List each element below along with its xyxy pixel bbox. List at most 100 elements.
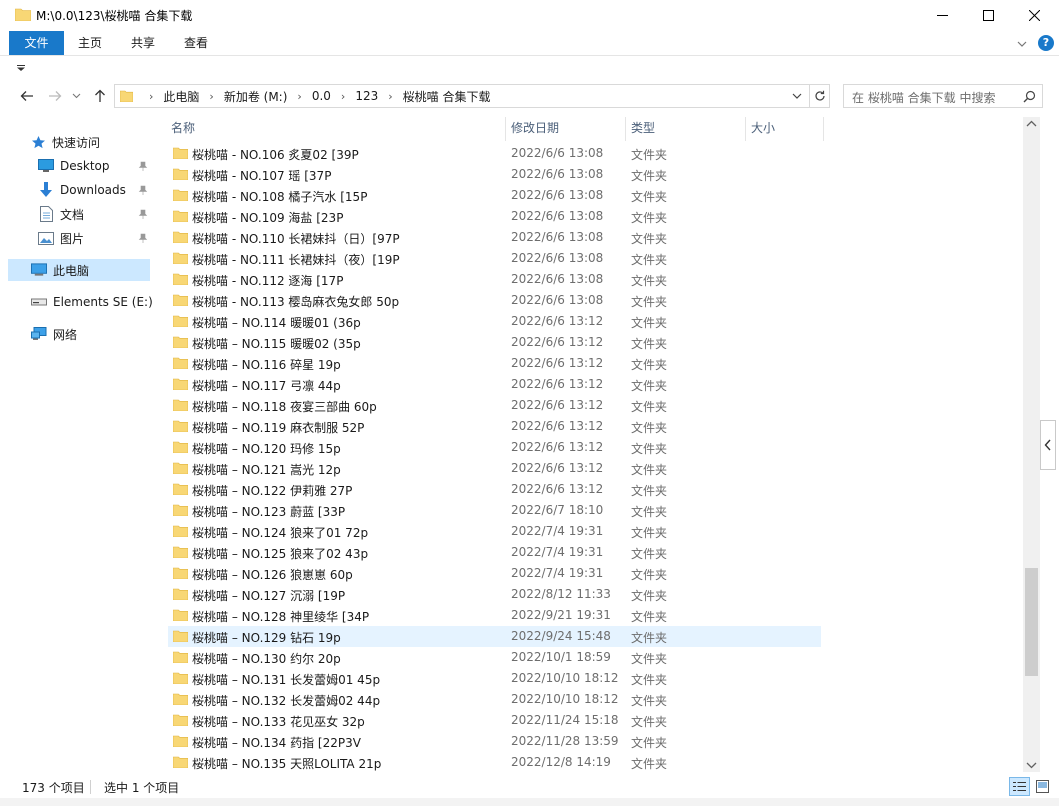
column-header-size[interactable]: 大小 xyxy=(751,117,775,139)
scroll-up-icon[interactable] xyxy=(1026,120,1037,128)
table-row[interactable]: 桜桃喵 – NO.115 暖暖02 (35p 2022/6/6 13:12 文件夹 xyxy=(168,332,821,353)
table-row[interactable]: 桜桃喵 - NO.110 长裙妹抖（日）[97P 2022/6/6 13:08 文件… xyxy=(168,227,821,248)
column-divider[interactable] xyxy=(625,117,626,141)
minimize-button[interactable] xyxy=(919,0,965,31)
up-button[interactable] xyxy=(92,88,108,104)
chevron-right-icon[interactable]: › xyxy=(297,90,301,103)
breadcrumb-drive[interactable]: 新加卷 (M:) xyxy=(224,88,288,105)
folder-icon xyxy=(173,210,188,222)
nav-item-drive[interactable]: Elements SE (E:) xyxy=(31,291,153,313)
column-header-date[interactable]: 修改日期 xyxy=(511,117,559,139)
navigation-pane: 快速访问 Desktop Downloads 文档 图片 此电脑 Element… xyxy=(0,117,155,772)
table-row[interactable]: 桜桃喵 – NO.129 钻石 19p 2022/9/24 15:48 文件夹 xyxy=(168,626,821,647)
table-row[interactable]: 桜桃喵 – NO.124 狼来了01 72p 2022/7/4 19:31 文件夹 xyxy=(168,521,821,542)
table-row[interactable]: 桜桃喵 – NO.130 约尔 20p 2022/10/1 18:59 文件夹 xyxy=(168,647,821,668)
nav-item-this-pc[interactable]: 此电脑 xyxy=(8,259,150,281)
table-row[interactable]: 桜桃喵 – NO.119 麻衣制服 52P 2022/6/6 13:12 文件夹 xyxy=(168,416,821,437)
file-type: 文件夹 xyxy=(631,694,668,708)
pin-icon[interactable] xyxy=(138,233,148,243)
address-bar[interactable]: › 此电脑 › 新加卷 (M:) › 0.0 › 123 › 桜桃喵 合集下载 xyxy=(114,84,810,108)
column-divider[interactable] xyxy=(505,117,506,141)
folder-icon xyxy=(173,588,188,600)
file-date: 2022/6/6 13:12 xyxy=(511,314,604,328)
breadcrumb-folder-123[interactable]: 123 xyxy=(355,89,378,103)
table-row[interactable]: 桜桃喵 – NO.132 长发蕾姆02 44p 2022/10/10 18:12 文… xyxy=(168,689,821,710)
table-row[interactable]: 桜桃喵 – NO.117 弓凛 44p 2022/6/6 13:12 文件夹 xyxy=(168,374,821,395)
vertical-scrollbar[interactable] xyxy=(1023,117,1040,772)
column-header-name[interactable]: 名称 xyxy=(171,117,195,139)
table-row[interactable]: 桜桃喵 - NO.107 瑶 [37P 2022/6/6 13:08 文件夹 xyxy=(168,164,821,185)
close-button[interactable] xyxy=(1011,0,1057,31)
nav-item-pictures[interactable]: 图片 xyxy=(38,227,150,249)
tab-share[interactable]: 共享 xyxy=(118,31,168,55)
table-row[interactable]: 桜桃喵 – NO.114 暖暖01 (36p 2022/6/6 13:12 文件夹 xyxy=(168,311,821,332)
large-icons-view-button[interactable] xyxy=(1032,777,1053,796)
file-name: 桜桃喵 – NO.135 天照LOLITA 21p xyxy=(192,757,382,771)
chevron-right-icon[interactable]: › xyxy=(149,90,153,103)
table-row[interactable]: 桜桃喵 – NO.116 碎星 19p 2022/6/6 13:12 文件夹 xyxy=(168,353,821,374)
forward-button[interactable] xyxy=(47,88,63,104)
table-row[interactable]: 桜桃喵 – NO.131 长发蕾姆01 45p 2022/10/10 18:12 文… xyxy=(168,668,821,689)
maximize-button[interactable] xyxy=(965,0,1011,31)
file-name: 桜桃喵 - NO.108 橘子汽水 [15P xyxy=(192,190,368,204)
table-row[interactable]: 桜桃喵 - NO.108 橘子汽水 [15P 2022/6/6 13:08 文件夹 xyxy=(168,185,821,206)
table-row[interactable]: 桜桃喵 – NO.127 沉溺 [19P 2022/8/12 11:33 文件夹 xyxy=(168,584,821,605)
pin-icon[interactable] xyxy=(138,185,148,195)
table-row[interactable]: 桜桃喵 - NO.112 逐海 [17P 2022/6/6 13:08 文件夹 xyxy=(168,269,821,290)
table-row[interactable]: 桜桃喵 – NO.125 狼来了02 43p 2022/7/4 19:31 文件夹 xyxy=(168,542,821,563)
back-button[interactable] xyxy=(19,88,35,104)
chevron-right-icon[interactable]: › xyxy=(388,90,392,103)
chevron-right-icon[interactable]: › xyxy=(209,90,213,103)
chevron-down-icon[interactable] xyxy=(1015,37,1029,51)
table-row[interactable]: 桜桃喵 – NO.126 狼崽崽 60p 2022/7/4 19:31 文件夹 xyxy=(168,563,821,584)
file-date: 2022/7/4 19:31 xyxy=(511,566,604,580)
preview-pane-toggle[interactable] xyxy=(1040,420,1056,470)
table-row[interactable]: 桜桃喵 – NO.135 天照LOLITA 21p 2022/12/8 14:19… xyxy=(168,752,821,772)
customize-toolbar-icon[interactable] xyxy=(17,65,25,71)
nav-item-desktop[interactable]: Desktop xyxy=(38,155,150,177)
table-row[interactable]: 桜桃喵 - NO.106 炙夏02 [39P 2022/6/6 13:08 文件夹 xyxy=(168,143,821,164)
search-icon[interactable] xyxy=(1023,90,1036,103)
table-row[interactable]: 桜桃喵 – NO.122 伊莉雅 27P 2022/6/6 13:12 文件夹 xyxy=(168,479,821,500)
tab-home[interactable]: 主页 xyxy=(66,31,114,55)
recent-locations-button[interactable] xyxy=(71,88,81,104)
scrollbar-thumb[interactable] xyxy=(1025,568,1038,676)
table-row[interactable]: 桜桃喵 – NO.118 夜宴三部曲 60p 2022/6/6 13:12 文件夹 xyxy=(168,395,821,416)
table-row[interactable]: 桜桃喵 - NO.111 长裙妹抖（夜）[19P 2022/6/6 13:08 文件… xyxy=(168,248,821,269)
pin-icon[interactable] xyxy=(138,161,148,171)
document-icon xyxy=(38,206,54,222)
breadcrumb-this-pc[interactable]: 此电脑 xyxy=(163,88,199,105)
breadcrumb-current-folder[interactable]: 桜桃喵 合集下载 xyxy=(403,88,491,105)
table-row[interactable]: 桜桃喵 – NO.123 蔚蓝 [33P 2022/6/7 18:10 文件夹 xyxy=(168,500,821,521)
details-view-button[interactable] xyxy=(1009,777,1030,796)
tab-view[interactable]: 查看 xyxy=(171,31,221,55)
chevron-down-icon[interactable] xyxy=(791,91,803,101)
table-row[interactable]: 桜桃喵 – NO.134 药指 [22P3V 2022/11/28 13:59 文件… xyxy=(168,731,821,752)
column-header-type[interactable]: 类型 xyxy=(631,117,655,139)
table-row[interactable]: 桜桃喵 – NO.121 嵩光 12p 2022/6/6 13:12 文件夹 xyxy=(168,458,821,479)
refresh-button[interactable] xyxy=(810,84,830,108)
table-row[interactable]: 桜桃喵 – NO.133 花见巫女 32p 2022/11/24 15:18 文件夹 xyxy=(168,710,821,731)
status-divider xyxy=(90,780,91,794)
nav-item-downloads[interactable]: Downloads xyxy=(38,179,150,201)
nav-item-documents[interactable]: 文档 xyxy=(38,203,150,225)
table-row[interactable]: 桜桃喵 – NO.120 玛修 15p 2022/6/6 13:12 文件夹 xyxy=(168,437,821,458)
search-input[interactable]: 在 桜桃喵 合集下载 中搜索 xyxy=(843,84,1043,108)
column-divider[interactable] xyxy=(823,117,824,141)
breadcrumb-folder-0-0[interactable]: 0.0 xyxy=(312,89,331,103)
help-icon[interactable]: ? xyxy=(1038,35,1054,51)
file-date: 2022/6/6 13:08 xyxy=(511,167,604,181)
file-date: 2022/6/6 13:08 xyxy=(511,272,604,286)
column-divider[interactable] xyxy=(745,117,746,141)
nav-quick-access[interactable]: 快速访问 xyxy=(30,131,100,153)
chevron-right-icon[interactable]: › xyxy=(341,90,345,103)
pin-icon[interactable] xyxy=(138,209,148,219)
tab-file[interactable]: 文件 xyxy=(9,31,64,55)
folder-icon xyxy=(173,294,188,306)
nav-item-network[interactable]: 网络 xyxy=(31,323,77,345)
table-row[interactable]: 桜桃喵 – NO.128 神里绫华 [34P 2022/9/21 19:31 文件夹 xyxy=(168,605,821,626)
table-row[interactable]: 桜桃喵 - NO.113 樱岛麻衣兔女郎 50p 2022/6/6 13:08 文件… xyxy=(168,290,821,311)
scroll-down-icon[interactable] xyxy=(1026,761,1037,769)
table-row[interactable]: 桜桃喵 - NO.109 海盐 [23P 2022/6/6 13:08 文件夹 xyxy=(168,206,821,227)
folder-icon xyxy=(173,357,188,369)
